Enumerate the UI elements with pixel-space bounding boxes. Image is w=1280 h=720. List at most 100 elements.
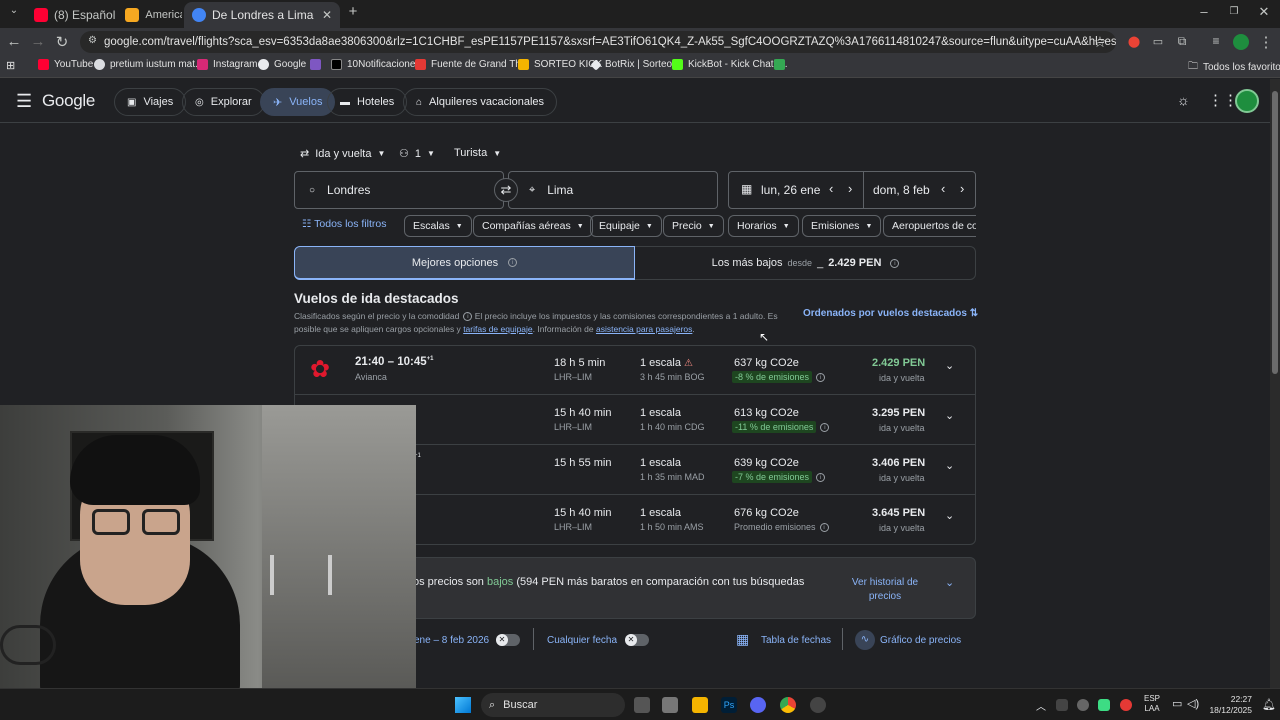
volume-icon[interactable]: ◁) <box>1187 697 1199 710</box>
bookmark-ext[interactable] <box>310 59 321 70</box>
bookmark-youtube[interactable]: YouTube <box>38 59 93 70</box>
trip-type-select[interactable]: ⇄ Ida y vuelta ▼ <box>300 147 385 161</box>
filter-companias[interactable]: Compañías aéreas ▼ <box>473 215 593 237</box>
forward-icon[interactable]: → <box>28 33 48 50</box>
google-logo[interactable]: Google <box>42 91 95 111</box>
windows-start-icon[interactable] <box>455 697 471 713</box>
expand-chevron-icon[interactable]: ⌄ <box>945 409 954 422</box>
extension-icon[interactable]: ▭ <box>1148 35 1168 48</box>
reading-list-icon[interactable]: ≡ <box>1206 34 1226 48</box>
clock[interactable]: 22:27 18/12/2025 <box>1208 694 1252 716</box>
info-icon[interactable]: i <box>463 312 473 322</box>
info-icon[interactable]: i <box>819 523 829 533</box>
filter-horarios[interactable]: Horarios ▼ <box>728 215 799 237</box>
date-range-field[interactable]: ▦ lun, 26 ene ‹ › dom, 8 feb ‹ › <box>728 171 976 209</box>
date-grid-button[interactable]: Tabla de fechas <box>761 635 831 646</box>
bookmark-pretium[interactable]: pretium iustum mat... <box>94 59 203 70</box>
nav-hoteles[interactable]: ▬ Hoteles <box>327 88 408 116</box>
info-icon[interactable]: i <box>820 422 830 432</box>
bookmark-ext2[interactable] <box>774 59 785 70</box>
tab-mejores-opciones[interactable]: Mejores opciones i <box>294 246 635 280</box>
extensions-puzzle-icon[interactable]: ⧉ <box>1172 34 1192 49</box>
filter-emisiones[interactable]: Emisiones ▼ <box>802 215 882 237</box>
nav-viajes[interactable]: ▣ Viajes <box>114 88 187 116</box>
restore-icon[interactable]: ❐ <box>1224 6 1244 17</box>
apps-grid-icon[interactable]: ⊞ <box>6 59 15 72</box>
passengers-select[interactable]: ⚇ 1 ▼ <box>399 147 435 161</box>
tab-los-mas-bajos[interactable]: Los más bajos desde _ 2.429 PEN i <box>635 246 976 280</box>
tab-google-flights[interactable]: De Londres a Lima | Google Vu ✕ <box>184 2 340 28</box>
price-history-link[interactable]: Ver historial de precios <box>843 576 927 604</box>
info-icon[interactable]: i <box>890 258 900 268</box>
destination-field[interactable]: ⌖ Lima <box>508 171 718 209</box>
chevron-left-icon[interactable]: ‹ <box>829 181 833 196</box>
chrome-icon[interactable] <box>780 697 796 713</box>
tab-list-chevron-icon[interactable]: ⌄ <box>4 5 24 16</box>
info-icon[interactable]: i <box>816 372 826 382</box>
bookmark-botrix[interactable]: BotRix | Sorteos <box>590 58 677 71</box>
extension-red-icon[interactable]: ⬤ <box>1124 35 1144 48</box>
chevron-right-icon[interactable]: › <box>960 181 964 196</box>
notification-bell-icon[interactable]: 🔔︎ <box>1262 698 1276 711</box>
discord-icon[interactable] <box>750 697 766 713</box>
expand-chevron-icon[interactable]: ⌄ <box>945 359 954 372</box>
nav-alquileres[interactable]: ⌂ Alquileres vacacionales <box>403 88 557 116</box>
window-close-icon[interactable]: ✕ <box>1254 4 1274 20</box>
filter-aeropuertos[interactable]: Aeropuertos de cor <box>883 215 976 237</box>
back-icon[interactable]: ← <box>4 33 24 50</box>
filter-equipaje[interactable]: Equipaje ▼ <box>590 215 662 237</box>
hamburger-menu-icon[interactable]: ☰ <box>16 91 32 112</box>
app-icon[interactable] <box>810 697 826 713</box>
date-range-toggle[interactable]: ✕ <box>496 634 520 646</box>
theme-sun-icon[interactable]: ☼ <box>1177 92 1190 108</box>
apps-grid-icon[interactable]: ⋮⋮ <box>1208 91 1238 109</box>
sort-button[interactable]: Ordenados por vuelos destacados ⇅ <box>803 308 978 319</box>
any-date-toggle[interactable]: ✕ <box>625 634 649 646</box>
photoshop-icon[interactable]: Ps <box>721 697 737 713</box>
account-avatar[interactable] <box>1235 89 1259 113</box>
nav-explorar[interactable]: ◎ Explorar <box>182 88 265 116</box>
info-icon[interactable]: i <box>816 472 826 482</box>
cabin-select[interactable]: Turista ▼ <box>454 147 501 159</box>
swap-locations-icon[interactable]: ⇄ <box>494 178 518 202</box>
nav-vuelos[interactable]: ✈ Vuelos <box>260 88 336 116</box>
price-graph-button[interactable]: Gráfico de precios <box>880 635 961 646</box>
browser-menu-icon[interactable]: ⋮ <box>1256 33 1276 51</box>
page-scrollbar-thumb[interactable] <box>1272 91 1278 374</box>
return-date[interactable]: dom, 8 feb <box>873 183 930 197</box>
bookmark-star-icon[interactable]: ☆ <box>1090 33 1110 51</box>
depart-date[interactable]: lun, 26 ene <box>761 183 820 197</box>
all-filters-button[interactable]: ☷ Todos los filtros <box>302 218 387 230</box>
bookmark-all-favorites[interactable]: 🗀 Todos los favoritos <box>1188 59 1280 76</box>
file-explorer-icon[interactable] <box>692 697 708 713</box>
expand-chevron-icon[interactable]: ⌄ <box>945 459 954 472</box>
url-input[interactable]: ⚙ google.com/travel/flights?sca_esv=6353… <box>80 31 1116 53</box>
bookmark-kickbot[interactable]: KickBot - Kick Chatb... <box>672 59 787 70</box>
baggage-fees-link[interactable]: tarifas de equipaje <box>463 324 532 334</box>
taskbar-search[interactable]: ⌕ Buscar <box>481 693 625 717</box>
chevron-left-icon[interactable]: ‹ <box>941 181 945 196</box>
bookmark-google[interactable]: Google <box>258 59 306 70</box>
reload-icon[interactable]: ↻ <box>52 33 72 51</box>
tray-chevron-icon[interactable]: ︿ <box>1036 698 1046 713</box>
minimize-icon[interactable]: – <box>1194 4 1214 19</box>
passenger-assistance-link[interactable]: asistencia para pasajeros <box>596 324 692 334</box>
app-icon[interactable] <box>662 697 678 713</box>
expand-chevron-icon[interactable]: ⌄ <box>945 576 954 589</box>
tray-icon[interactable] <box>1098 699 1110 711</box>
mic-tray-icon[interactable] <box>1120 699 1132 711</box>
origin-field[interactable]: ○ Londres <box>294 171 504 209</box>
site-info-icon[interactable]: ⚙ <box>88 35 97 46</box>
chevron-right-icon[interactable]: › <box>848 181 852 196</box>
flight-row[interactable]: ✿ 21:40 – 10:45+1 Avianca 18 h 5 min LHR… <box>294 345 976 395</box>
network-icon[interactable]: ▭ <box>1172 697 1182 710</box>
close-icon[interactable]: ✕ <box>322 8 332 22</box>
bookmark-sorteo-kick[interactable]: SORTEO KICK <box>518 59 602 70</box>
tab-youtube[interactable]: (8) Español Americana: Reto ✕ <box>26 2 182 28</box>
bookmark-fuente-grand[interactable]: Fuente de Grand Th... <box>415 59 529 70</box>
task-view-icon[interactable] <box>634 697 650 713</box>
filter-escalas[interactable]: Escalas ▼ <box>404 215 472 237</box>
bookmark-10notificaciones[interactable]: 10Notificaciones <box>331 59 420 70</box>
bookmark-instagram[interactable]: Instagram <box>197 59 257 70</box>
filter-precio[interactable]: Precio ▼ <box>663 215 724 237</box>
